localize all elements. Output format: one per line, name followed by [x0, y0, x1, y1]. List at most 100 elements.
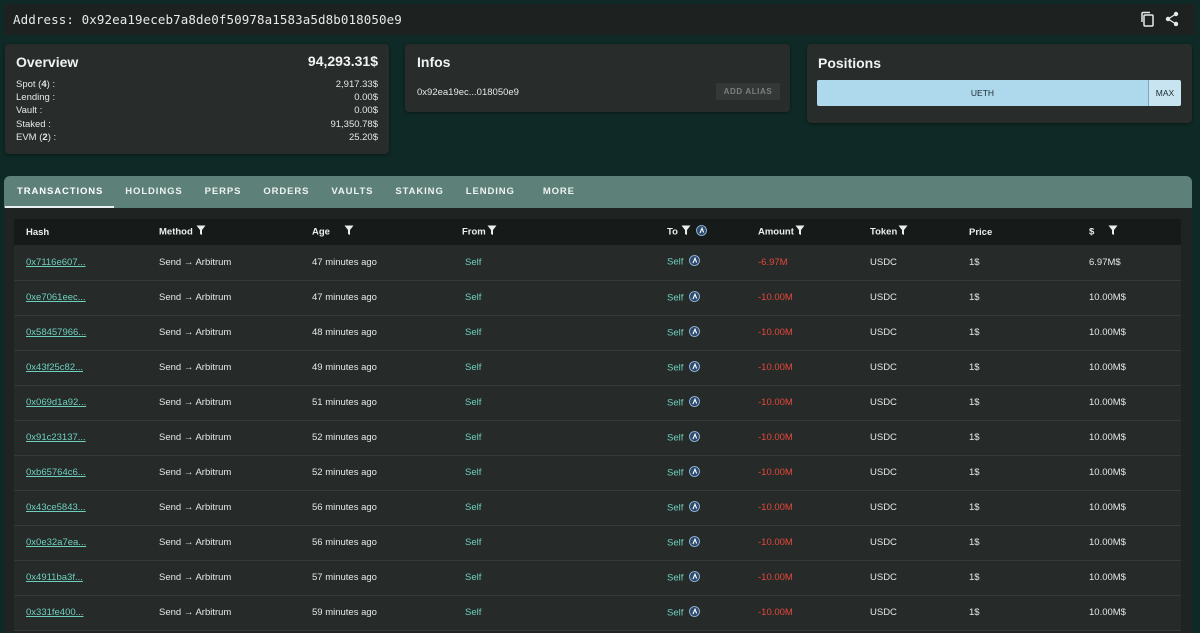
cell-to[interactable]: Self [655, 560, 746, 596]
cell-to[interactable]: Self [655, 525, 746, 561]
tab-staking[interactable]: STAKING [384, 176, 454, 208]
filter-icon[interactable] [487, 225, 497, 239]
tab-transactions[interactable]: TRANSACTIONS [5, 176, 115, 208]
copy-icon[interactable] [1140, 11, 1155, 27]
cell-from[interactable]: Self [450, 525, 655, 561]
cell-hash[interactable]: 0xb65764c6... [14, 455, 147, 491]
column-header[interactable]: Age [300, 219, 450, 245]
cell-hash[interactable]: 0x43ce5843... [14, 490, 147, 526]
cell-to[interactable]: Self [655, 315, 746, 351]
filter-icon[interactable] [795, 225, 805, 239]
cell-price: 1$ [957, 455, 1077, 491]
cell-to[interactable]: Self [655, 350, 746, 386]
arbitrum-icon [689, 360, 701, 375]
tab-holdings[interactable]: HOLDINGS [114, 176, 193, 208]
tab-perps[interactable]: PERPS [194, 176, 253, 208]
tx-hash-link[interactable]: 0x91c23137... [26, 432, 86, 443]
tab-more[interactable]: MORE [532, 176, 586, 208]
cell-usd: 10.00M$ [1077, 560, 1181, 596]
column-header[interactable]: $ [1077, 219, 1181, 245]
cell-from[interactable]: Self [450, 315, 655, 351]
filter-icon[interactable] [344, 225, 354, 239]
positions-bar: UETH MAX [817, 80, 1181, 106]
cell-to[interactable]: Self [655, 420, 746, 456]
tx-hash-link[interactable]: 0x7116e607... [26, 257, 86, 268]
column-header[interactable]: Amount [746, 219, 858, 245]
tx-hash-link[interactable]: 0x0e32a7ea... [26, 537, 86, 548]
position-segment-ueth[interactable]: UETH [817, 80, 1148, 106]
position-segment-max[interactable]: MAX [1148, 80, 1181, 106]
cell-from[interactable]: Self [450, 455, 655, 491]
cell-from[interactable]: Self [450, 595, 655, 631]
column-header[interactable]: Price [957, 219, 1077, 245]
cell-to[interactable]: Self [655, 385, 746, 421]
cell-hash[interactable]: 0xe7061eec... [14, 280, 147, 316]
cell-to[interactable]: Self [655, 455, 746, 491]
cell-hash[interactable]: 0x331fe400... [14, 595, 147, 631]
column-header[interactable]: Token [858, 219, 957, 245]
transactions-table-wrap: Hash Method Age From To Amount Token Price $ 0x7… [14, 219, 1181, 631]
table-row[interactable]: 0x331fe400... Send → Arbitrum 59 minutes a… [14, 595, 1181, 631]
cell-token: USDC [858, 350, 957, 386]
filter-icon[interactable] [898, 225, 908, 239]
tab-lending[interactable]: LENDING [455, 176, 526, 208]
table-row[interactable]: 0x7116e607... Send → Arbitrum 47 minutes a… [14, 245, 1181, 281]
tx-hash-link[interactable]: 0x331fe400... [26, 607, 84, 618]
cell-from[interactable]: Self [450, 385, 655, 421]
tx-hash-link[interactable]: 0xe7061eec... [26, 292, 86, 303]
table-row[interactable]: 0x91c23137... Send → Arbitrum 52 minutes a… [14, 420, 1181, 456]
cell-from[interactable]: Self [450, 560, 655, 596]
cell-from[interactable]: Self [450, 420, 655, 456]
column-header[interactable]: Hash [14, 219, 147, 245]
cell-to[interactable]: Self [655, 595, 746, 631]
filter-icon[interactable] [681, 225, 691, 239]
cell-from[interactable]: Self [450, 350, 655, 386]
cell-token: USDC [858, 525, 957, 561]
cell-hash[interactable]: 0x0e32a7ea... [14, 525, 147, 561]
cell-hash[interactable]: 0x43f25c82... [14, 350, 147, 386]
table-row[interactable]: 0xb65764c6... Send → Arbitrum 52 minutes a… [14, 455, 1181, 491]
table-row[interactable]: 0x43f25c82... Send → Arbitrum 49 minutes a… [14, 350, 1181, 386]
cell-to[interactable]: Self [655, 245, 746, 281]
overview-total: 94,293.31$ [307, 53, 378, 69]
table-row[interactable]: 0x0e32a7ea... Send → Arbitrum 56 minutes a… [14, 525, 1181, 561]
share-icon[interactable] [1165, 11, 1179, 27]
table-row[interactable]: 0x4911ba3f... Send → Arbitrum 57 minutes a… [14, 560, 1181, 596]
table-body: 0x7116e607... Send → Arbitrum 47 minutes a… [14, 245, 1181, 631]
cell-usd: 10.00M$ [1077, 385, 1181, 421]
cell-from[interactable]: Self [450, 280, 655, 316]
address-actions [1140, 11, 1179, 27]
table-row[interactable]: 0x58457966... Send → Arbitrum 48 minutes a… [14, 315, 1181, 351]
tab-orders[interactable]: ORDERS [252, 176, 320, 208]
cell-hash[interactable]: 0x7116e607... [14, 245, 147, 281]
tx-hash-link[interactable]: 0x43f25c82... [26, 362, 83, 373]
column-header[interactable]: To [655, 219, 746, 245]
cell-hash[interactable]: 0x069d1a92... [14, 385, 147, 421]
filter-icon[interactable] [1108, 225, 1118, 239]
tx-hash-link[interactable]: 0x4911ba3f... [26, 572, 83, 583]
cell-to[interactable]: Self [655, 490, 746, 526]
filter-icon[interactable] [196, 225, 206, 239]
cell-to[interactable]: Self [655, 280, 746, 316]
tx-hash-link[interactable]: 0x069d1a92... [26, 397, 86, 408]
table-row[interactable]: 0x43ce5843... Send → Arbitrum 56 minutes a… [14, 490, 1181, 526]
column-header[interactable]: Method [147, 219, 300, 245]
overview-row-label: Vault : [16, 105, 43, 117]
tx-hash-link[interactable]: 0x43ce5843... [26, 502, 86, 513]
add-alias-button[interactable]: ADD ALIAS [716, 83, 780, 100]
tab-vaults[interactable]: VAULTS [320, 176, 384, 208]
cell-hash[interactable]: 0x58457966... [14, 315, 147, 351]
tx-hash-link[interactable]: 0xb65764c6... [26, 467, 86, 478]
column-header[interactable]: From [450, 219, 655, 245]
cell-hash[interactable]: 0x91c23137... [14, 420, 147, 456]
cell-from[interactable]: Self [450, 245, 655, 281]
table-row[interactable]: 0x069d1a92... Send → Arbitrum 51 minutes a… [14, 385, 1181, 421]
cell-hash[interactable]: 0x4911ba3f... [14, 560, 147, 596]
tx-hash-link[interactable]: 0x58457966... [26, 327, 86, 338]
cell-from[interactable]: Self [450, 490, 655, 526]
cell-age: 49 minutes ago [300, 350, 450, 386]
cell-amount: -10.00M [746, 455, 858, 491]
cell-price: 1$ [957, 420, 1077, 456]
table-row[interactable]: 0xe7061eec... Send → Arbitrum 47 minutes a… [14, 280, 1181, 316]
cell-method: Send → Arbitrum [147, 525, 300, 561]
